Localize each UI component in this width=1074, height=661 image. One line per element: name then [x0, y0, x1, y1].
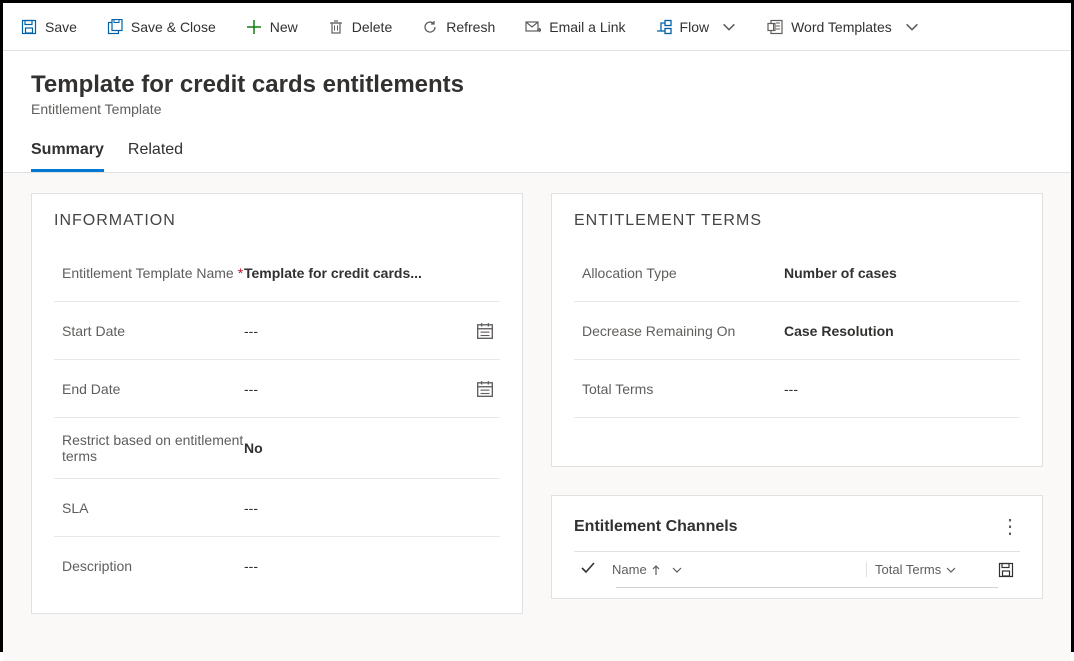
more-commands-button[interactable]: ⋮: [1000, 514, 1020, 539]
decrease-field[interactable]: Decrease Remaining On Case Resolution: [574, 302, 1020, 360]
delete-button[interactable]: Delete: [328, 19, 392, 35]
word-templates-icon: [767, 19, 783, 35]
total-terms-value: ---: [784, 381, 1020, 397]
form-header: Template for credit cards entitlements E…: [3, 51, 1071, 117]
flow-label: Flow: [680, 19, 710, 35]
start-date-label: Start Date: [54, 323, 244, 339]
column-total-terms-header[interactable]: Total Terms: [866, 562, 976, 577]
total-terms-field[interactable]: Total Terms ---: [574, 360, 1020, 418]
allocation-label: Allocation Type: [574, 265, 784, 281]
restrict-value: No: [244, 440, 500, 456]
description-value: ---: [244, 558, 500, 574]
chevron-down-icon: [671, 564, 683, 576]
decrease-label: Decrease Remaining On: [574, 323, 784, 339]
tab-summary[interactable]: Summary: [31, 135, 104, 172]
plus-icon: [246, 19, 262, 35]
word-templates-label: Word Templates: [791, 19, 892, 35]
delete-label: Delete: [352, 19, 392, 35]
sla-label: SLA: [54, 500, 244, 516]
flow-icon: [656, 19, 672, 35]
end-date-value: ---: [244, 380, 500, 398]
save-close-icon: [107, 19, 123, 35]
allocation-value: Number of cases: [784, 265, 1020, 281]
end-date-label: End Date: [54, 381, 244, 397]
new-label: New: [270, 19, 298, 35]
save-icon: [21, 19, 37, 35]
save-grid-icon[interactable]: [998, 562, 1014, 578]
name-value: Template for credit cards...: [244, 265, 500, 281]
name-label: Entitlement Template Name*: [54, 265, 244, 281]
start-date-field[interactable]: Start Date ---: [54, 302, 500, 360]
page-title: Template for credit cards entitlements: [31, 71, 1043, 99]
email-link-button[interactable]: Email a Link: [525, 19, 625, 35]
start-date-value: ---: [244, 322, 500, 340]
checkmark-icon: [580, 560, 596, 576]
save-label: Save: [45, 19, 77, 35]
refresh-label: Refresh: [446, 19, 495, 35]
form-tabs: Summary Related: [3, 135, 1071, 173]
allocation-field[interactable]: Allocation Type Number of cases: [574, 244, 1020, 302]
calendar-icon[interactable]: [476, 380, 494, 398]
channels-title: Entitlement Channels: [574, 518, 738, 536]
column-name-header[interactable]: Name: [612, 562, 852, 577]
terms-title: ENTITLEMENT TERMS: [574, 212, 1020, 230]
save-button[interactable]: Save: [21, 19, 77, 35]
refresh-button[interactable]: Refresh: [422, 19, 495, 35]
entitlement-terms-section: ENTITLEMENT TERMS Allocation Type Number…: [551, 193, 1043, 467]
refresh-icon: [422, 19, 438, 35]
save-close-label: Save & Close: [131, 19, 216, 35]
trash-icon: [328, 19, 344, 35]
left-column: INFORMATION Entitlement Template Name* T…: [31, 193, 523, 641]
chevron-down-icon: [945, 564, 957, 576]
restrict-label: Restrict based on entitlement terms: [54, 432, 244, 464]
sla-value: ---: [244, 500, 500, 516]
new-button[interactable]: New: [246, 19, 298, 35]
grid-header: Name Total Terms: [574, 551, 1020, 587]
restrict-field[interactable]: Restrict based on entitlement terms No: [54, 418, 500, 479]
decrease-value: Case Resolution: [784, 323, 1020, 339]
email-icon: [525, 19, 541, 35]
email-link-label: Email a Link: [549, 19, 625, 35]
information-title: INFORMATION: [54, 212, 500, 230]
entitlement-channels-section: Entitlement Channels ⋮ Name Total Terms: [551, 495, 1043, 599]
end-date-field[interactable]: End Date ---: [54, 360, 500, 418]
form-content: INFORMATION Entitlement Template Name* T…: [3, 173, 1071, 661]
description-label: Description: [54, 558, 244, 574]
word-templates-button[interactable]: Word Templates: [767, 19, 920, 35]
chevron-down-icon: [904, 19, 920, 35]
right-column: ENTITLEMENT TERMS Allocation Type Number…: [551, 193, 1043, 641]
entity-type: Entitlement Template: [31, 101, 1043, 117]
sort-up-icon: [651, 564, 661, 576]
information-section: INFORMATION Entitlement Template Name* T…: [31, 193, 523, 614]
calendar-icon[interactable]: [476, 322, 494, 340]
select-all-checkbox[interactable]: [580, 560, 598, 579]
total-terms-label: Total Terms: [574, 381, 784, 397]
tab-related[interactable]: Related: [128, 135, 183, 172]
description-field[interactable]: Description ---: [54, 537, 500, 595]
save-close-button[interactable]: Save & Close: [107, 19, 216, 35]
sla-field[interactable]: SLA ---: [54, 479, 500, 537]
command-bar: Save Save & Close New Delete Refresh Ema…: [3, 3, 1071, 51]
chevron-down-icon: [721, 19, 737, 35]
name-field[interactable]: Entitlement Template Name* Template for …: [54, 244, 500, 302]
flow-button[interactable]: Flow: [656, 19, 738, 35]
